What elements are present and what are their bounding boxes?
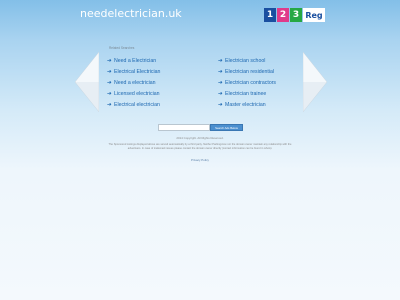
arrow-right-icon: ➔ [218,57,223,64]
search-button[interactable]: Search Ads Below [210,124,243,131]
search-input[interactable] [158,124,210,131]
logo-digit: 1 [264,8,276,22]
related-link-label: Electrician contractors [225,79,277,86]
related-link[interactable]: ➔ Electrician school [218,55,276,66]
related-link[interactable]: ➔ Electrical electrician [107,99,160,110]
arrow-right-icon: ➔ [218,68,223,75]
related-link-label: Electrician school [225,57,266,64]
left-chevron-icon[interactable] [75,52,99,112]
logo-123reg[interactable]: 1 2 3 Reg [264,8,325,22]
related-searches-label: Related Searches [109,46,135,50]
related-link[interactable]: ➔ Need a Electrician [107,55,160,66]
related-link-label: Master electrician [225,101,266,108]
privacy-policy-link[interactable]: Privacy Policy [0,158,400,162]
related-link-label: Electrical Electrician [114,68,161,75]
logo-digit: 2 [277,8,289,22]
copyright-text: 2014 Copyright. All Rights Reserved. [176,136,224,140]
related-link-label: Need a Electrician [114,57,157,64]
related-link[interactable]: ➔ Need a electrician [107,77,160,88]
related-link[interactable]: ➔ Electrician residential [218,66,276,77]
related-link-label: Licensed electrician [114,90,160,97]
arrow-right-icon: ➔ [218,101,223,108]
logo-word: Reg [303,8,325,22]
domain-title: needelectrician.uk [80,7,182,20]
related-link[interactable]: ➔ Electrical Electrician [107,66,160,77]
arrow-right-icon: ➔ [218,90,223,97]
arrow-right-icon: ➔ [107,101,112,108]
related-link-label: Electrician residential [225,68,275,75]
related-link[interactable]: ➔ Electrician trainee [218,88,276,99]
related-link[interactable]: ➔ Electrician contractors [218,77,276,88]
arrow-right-icon: ➔ [107,79,112,86]
related-link[interactable]: ➔ Licensed electrician [107,88,160,99]
related-link-label: Need a electrician [114,79,156,86]
arrow-right-icon: ➔ [107,57,112,64]
related-links-left: ➔ Need a Electrician ➔ Electrical Electric… [107,55,160,110]
right-chevron-icon[interactable] [303,52,327,112]
related-link-label: Electrician trainee [225,90,267,97]
arrow-right-icon: ➔ [107,68,112,75]
arrow-right-icon: ➔ [107,90,112,97]
related-links-right: ➔ Electrician school ➔ Electrician residen… [218,55,276,110]
logo-digit: 3 [290,8,302,22]
related-link-label: Electrical electrician [114,101,160,108]
disclaimer-text: The Sponsored Listings displayed above a… [108,143,292,150]
related-link[interactable]: ➔ Master electrician [218,99,276,110]
arrow-right-icon: ➔ [218,79,223,86]
